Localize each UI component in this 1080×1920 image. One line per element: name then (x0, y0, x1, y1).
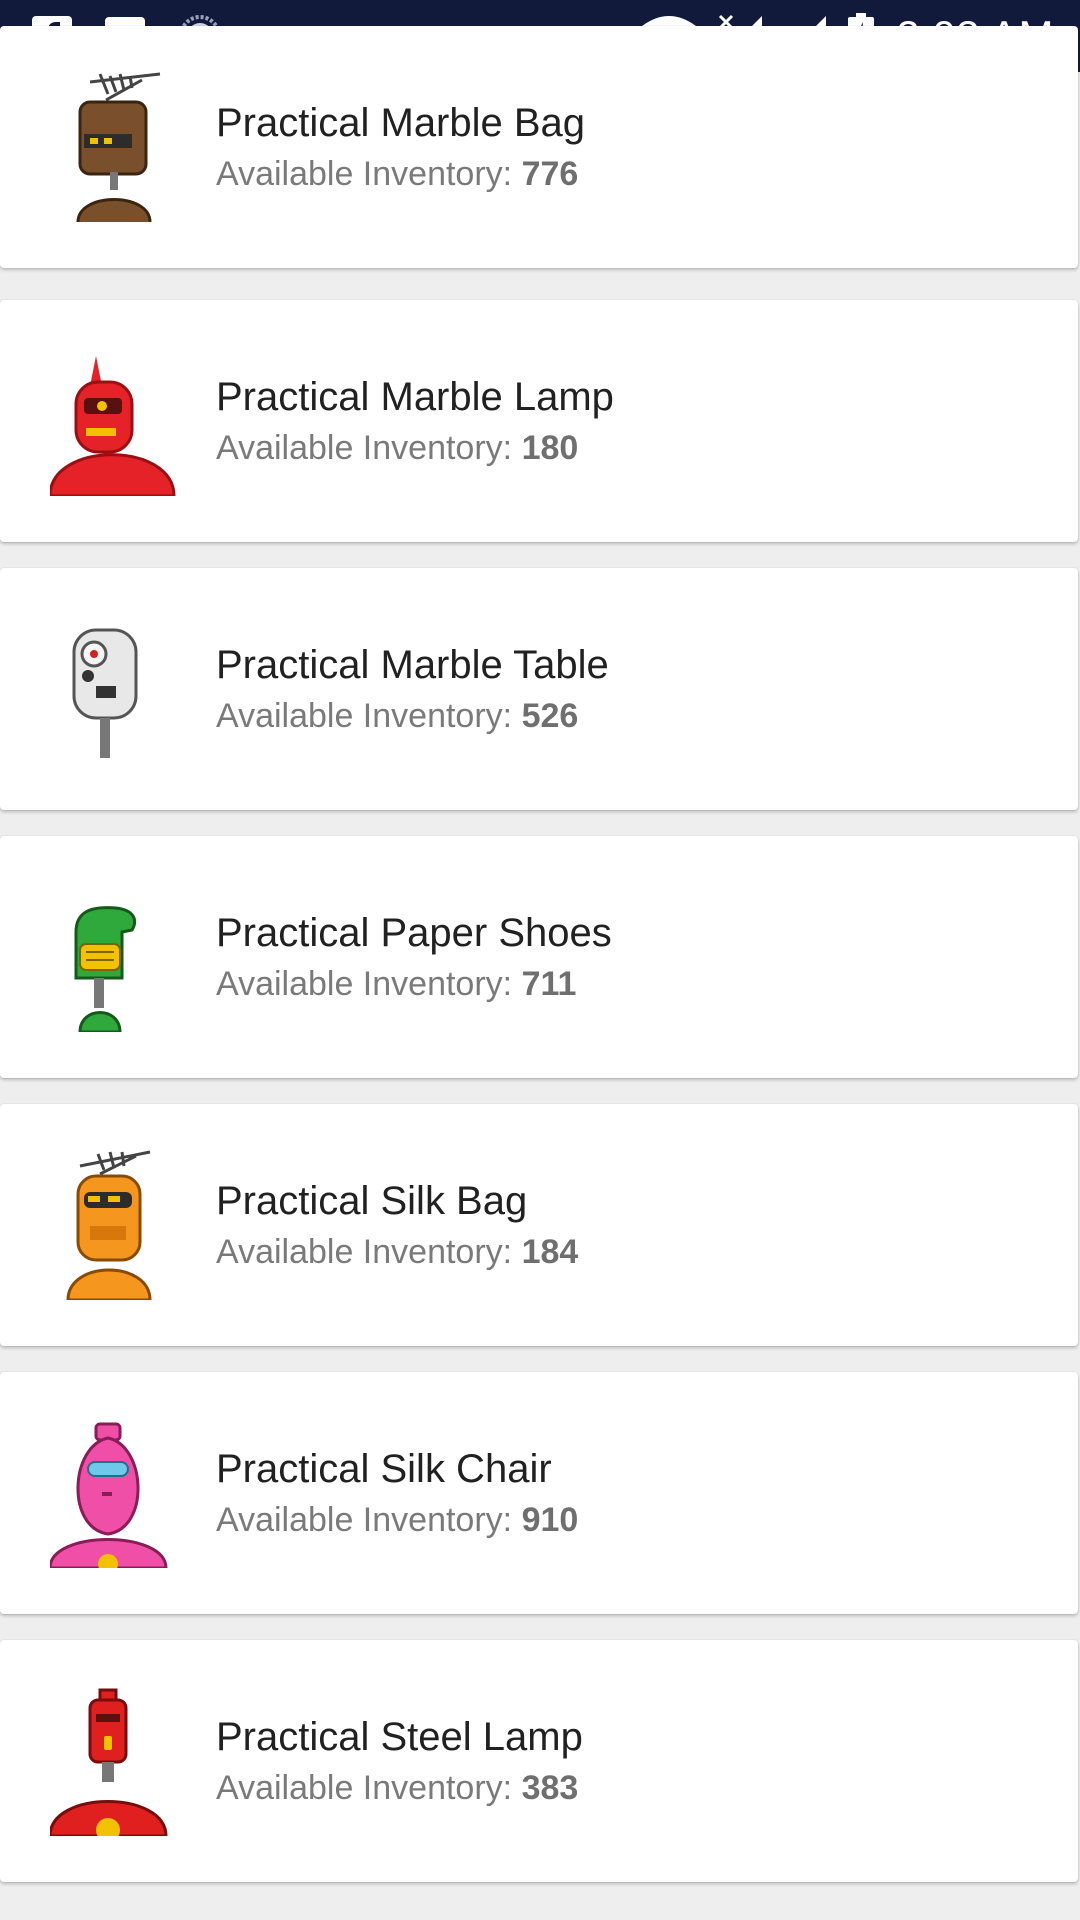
inventory-value: 180 (521, 429, 579, 467)
product-info: Practical Steel Lamp Available Inventory… (216, 1710, 583, 1812)
inventory-label: Available Inventory: (216, 1501, 522, 1539)
product-name: Practical Steel Lamp (216, 1715, 583, 1759)
product-name: Practical Marble Bag (216, 101, 586, 145)
product-info: Practical Paper Shoes Available Inventor… (216, 906, 612, 1008)
product-name: Practical Marble Lamp (216, 375, 614, 419)
product-name: Practical Silk Bag (216, 1179, 528, 1223)
inventory-value: 184 (521, 1233, 579, 1271)
inventory-value: 910 (521, 1501, 579, 1539)
inventory-value: 711 (521, 965, 577, 1003)
inventory-value: 383 (521, 1769, 579, 1807)
inventory-label: Available Inventory: (216, 155, 522, 193)
inventory-label: Available Inventory: (216, 1769, 522, 1807)
product-card[interactable]: Practical Marble Bag Available Inventory… (0, 26, 1078, 268)
inventory-value: 526 (521, 697, 579, 735)
green-robot-icon (50, 882, 180, 1034)
product-info: Practical Silk Chair Available Inventory… (216, 1442, 578, 1544)
brown-robot-icon (50, 72, 180, 223)
product-info: Practical Marble Table Available Invento… (216, 638, 609, 740)
product-name: Practical Paper Shoes (216, 911, 612, 955)
inventory-label: Available Inventory: (216, 1233, 522, 1271)
product-card[interactable]: Practical Marble Table Available Invento… (0, 568, 1078, 810)
white-robot-icon (50, 614, 180, 764)
inventory-line: Available Inventory: 383 (216, 1764, 583, 1812)
inventory-line: Available Inventory: 526 (216, 692, 609, 740)
inventory-label: Available Inventory: (216, 965, 522, 1003)
inventory-label: Available Inventory: (216, 697, 522, 735)
inventory-line: Available Inventory: 776 (216, 150, 585, 198)
product-info: Practical Marble Lamp Available Inventor… (216, 370, 614, 472)
inventory-line: Available Inventory: 910 (216, 1496, 578, 1544)
inventory-label: Available Inventory: (216, 429, 522, 467)
product-card[interactable]: Practical Silk Chair Available Inventory… (0, 1372, 1078, 1614)
product-name: Practical Marble Table (216, 643, 609, 687)
product-card[interactable]: Practical Silk Bag Available Inventory: … (0, 1104, 1078, 1346)
inventory-line: Available Inventory: 184 (216, 1228, 578, 1276)
product-name: Practical Silk Chair (216, 1447, 552, 1491)
red-robot-icon (48, 346, 180, 498)
inventory-line: Available Inventory: 180 (216, 424, 614, 472)
inventory-value: 776 (521, 155, 579, 193)
product-card[interactable]: Practical Marble Lamp Available Inventor… (0, 300, 1078, 542)
orange-robot-icon (50, 1150, 180, 1302)
product-card[interactable]: Practical Steel Lamp Available Inventory… (0, 1640, 1078, 1882)
red-lamp-robot-icon (48, 1686, 180, 1842)
product-info: Practical Silk Bag Available Inventory: … (216, 1174, 578, 1276)
inventory-line: Available Inventory: 711 (216, 960, 612, 1008)
product-info: Practical Marble Bag Available Inventory… (216, 96, 585, 198)
product-card[interactable]: Practical Paper Shoes Available Inventor… (0, 836, 1078, 1078)
pink-robot-icon (48, 1418, 180, 1574)
